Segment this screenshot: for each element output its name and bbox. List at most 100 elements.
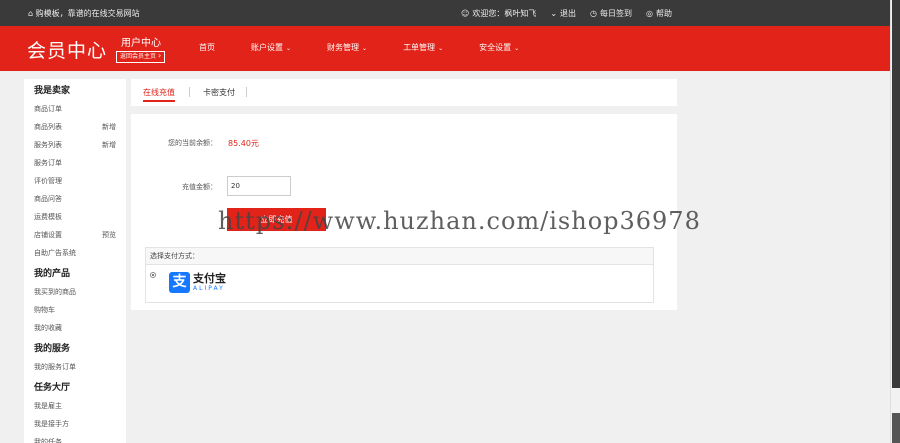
sidebar-item-label: 我是接手方 <box>34 420 69 428</box>
sidebar-item-tag[interactable]: 新增 <box>102 136 116 154</box>
sidebar-item-label: 店铺设置 <box>34 231 62 239</box>
sidebar-item-shop-settings[interactable]: 店铺设置 预览 <box>34 226 126 244</box>
sidebar-item-tag[interactable]: 预览 <box>102 226 116 244</box>
sidebar-item-label: 我的收藏 <box>34 324 62 332</box>
sidebar-item-service-list[interactable]: 服务列表 新增 <box>34 136 126 154</box>
sidebar-item-label: 自助广告系统 <box>34 249 76 257</box>
back-home-label: 返回会员主页 <box>120 53 157 60</box>
main-header: 会员中心 用户中心 返回会员主页 › 首页 账户设置 ⌄ 财务管理 ⌄ 工单管理 ⌄ … <box>0 26 890 71</box>
sidebar-item-product-list[interactable]: 商品列表 新增 <box>34 118 126 136</box>
balance-label: 您的当前余额： <box>168 139 217 147</box>
scrollbar-thumb[interactable] <box>892 0 900 388</box>
sidebar-item-label: 商品问答 <box>34 195 62 203</box>
welcome-text: 欢迎您：枫叶知飞 <box>472 9 537 18</box>
alipay-wordmark: 支付宝 ALIPAY <box>193 271 226 293</box>
nav-ticket[interactable]: 工单管理 ⌄ <box>403 42 443 53</box>
sidebar-item-qa[interactable]: 商品问答 <box>34 190 126 208</box>
sidebar-item-taker[interactable]: 我是接手方 <box>34 415 126 433</box>
chevron-down-icon: ⌄ <box>362 45 368 52</box>
sidebar-item-reviews[interactable]: 评价管理 <box>34 172 126 190</box>
alipay-radio[interactable] <box>150 272 156 278</box>
payment-method-box: 选择支付方式： 支 支付宝 ALIPAY <box>145 247 654 303</box>
recharge-submit-button[interactable]: 立即充值 <box>227 208 326 231</box>
sidebar-item-label: 我是雇主 <box>34 402 62 410</box>
user-icon: ☺ <box>460 8 470 18</box>
sidebar-item-my-tasks[interactable]: 我的任务 <box>34 433 126 443</box>
chevron-down-icon: › <box>157 51 162 60</box>
alipay-icon: 支 <box>169 272 190 293</box>
sidebar-item-favorites[interactable]: 我的收藏 <box>34 319 126 337</box>
logout-text: 退出 <box>560 9 577 18</box>
payment-method-title: 选择支付方式： <box>146 248 653 265</box>
page-scrollbar[interactable] <box>890 0 900 443</box>
sidebar-item-label: 服务列表 <box>34 141 62 149</box>
main-nav: 首页 账户设置 ⌄ 财务管理 ⌄ 工单管理 ⌄ 安全设置 ⌄ <box>199 42 555 53</box>
nav-account[interactable]: 账户设置 ⌄ <box>251 42 291 53</box>
tab-card-payment[interactable]: 卡密支付 <box>203 87 235 98</box>
balance-value: 85.40元 <box>228 139 259 148</box>
help-icon: ◎ <box>646 8 653 18</box>
nav-label: 安全设置 <box>479 43 512 52</box>
sidebar-item-label: 评价管理 <box>34 177 62 185</box>
alipay-cn-text: 支付宝 <box>193 271 226 285</box>
sidebar-item-label: 购物车 <box>34 306 55 314</box>
nav-home[interactable]: 首页 <box>199 42 215 53</box>
sidebar-item-tag[interactable]: 新增 <box>102 118 116 136</box>
sidebar-item-label: 我买到的商品 <box>34 288 76 296</box>
sidebar-item-my-service-orders[interactable]: 我的服务订单 <box>34 358 126 376</box>
chevron-down-icon: ⌄ <box>438 45 444 52</box>
sidebar: 我是卖家 商品订单 商品列表 新增 服务列表 新增 服务订单 评价管理 商品问答 运… <box>24 79 126 443</box>
amount-input[interactable]: 20 <box>227 176 291 196</box>
sidebar-item-ad-system[interactable]: 自助广告系统 <box>34 244 126 262</box>
sidebar-item-purchased[interactable]: 我买到的商品 <box>34 283 126 301</box>
sidebar-item-label: 商品订单 <box>34 105 62 113</box>
sidebar-item-employer[interactable]: 我是雇主 <box>34 397 126 415</box>
welcome-user[interactable]: ☺ 欢迎您：枫叶知飞 <box>461 8 536 19</box>
clock-icon: ◷ <box>590 8 598 18</box>
tab-online-recharge[interactable]: 在线充值 <box>143 87 175 102</box>
checkin-text: 每日签到 <box>600 9 633 18</box>
top-links: ☺ 欢迎您：枫叶知飞 ⌄ 退出 ◷ 每日签到 ◎ 帮助 <box>461 8 672 19</box>
sidebar-item-label: 我的服务订单 <box>34 363 76 371</box>
sidebar-section-seller: 我是卖家 <box>34 86 71 96</box>
nav-security[interactable]: 安全设置 ⌄ <box>479 42 519 53</box>
sidebar-item-label: 商品列表 <box>34 123 62 131</box>
sidebar-section-tasks: 任务大厅 <box>34 383 71 393</box>
alipay-logo[interactable]: 支 支付宝 ALIPAY <box>169 272 226 293</box>
sidebar-item-label: 服务订单 <box>34 159 62 167</box>
scrollbar-down-arrow[interactable] <box>892 413 900 443</box>
tagline-text: 购模板，靠谱的在线交易网站 <box>35 9 140 18</box>
chevron-down-icon: ⌄ <box>286 45 292 52</box>
back-home-button[interactable]: 返回会员主页 › <box>116 51 166 63</box>
nav-label: 账户设置 <box>251 43 283 52</box>
site-logo[interactable]: 会员中心 <box>27 36 107 63</box>
chevron-down-icon: ⌄ <box>514 45 520 52</box>
tab-divider <box>189 87 190 97</box>
sidebar-item-label: 运费模板 <box>34 213 62 221</box>
sidebar-item-service-orders[interactable]: 服务订单 <box>34 154 126 172</box>
logout-link[interactable]: ⌄ 退出 <box>550 8 576 19</box>
recharge-tabs: 在线充值 卡密支付 <box>131 79 677 106</box>
sidebar-section-products: 我的产品 <box>34 269 71 279</box>
nav-label: 财务管理 <box>327 43 360 52</box>
nav-label: 首页 <box>199 43 215 52</box>
tab-divider <box>246 87 247 97</box>
nav-finance[interactable]: 财务管理 ⌄ <box>327 42 367 53</box>
sidebar-item-shipping-template[interactable]: 运费模板 <box>34 208 126 226</box>
user-center-title: 用户中心 <box>121 38 161 49</box>
recharge-form: 您的当前余额： 85.40元 充值金额： 20 立即充值 选择支付方式： 支 支… <box>131 114 677 310</box>
home-icon: ⌂ <box>28 9 34 18</box>
help-link[interactable]: ◎ 帮助 <box>646 8 672 19</box>
amount-label: 充值金额： <box>182 183 217 191</box>
nav-label: 工单管理 <box>403 43 436 52</box>
chevron-down-icon: ⌄ <box>550 8 558 18</box>
site-tagline[interactable]: ⌂ 购模板，靠谱的在线交易网站 <box>28 8 140 19</box>
sidebar-section-services: 我的服务 <box>34 344 71 354</box>
sidebar-item-product-orders[interactable]: 商品订单 <box>34 100 126 118</box>
help-text: 帮助 <box>656 9 672 18</box>
checkin-link[interactable]: ◷ 每日签到 <box>590 8 632 19</box>
alipay-en-text: ALIPAY <box>193 284 225 292</box>
sidebar-item-cart[interactable]: 购物车 <box>34 301 126 319</box>
top-bar: ⌂ 购模板，靠谱的在线交易网站 ☺ 欢迎您：枫叶知飞 ⌄ 退出 ◷ 每日签到 ◎… <box>0 0 890 26</box>
sidebar-item-label: 我的任务 <box>34 438 62 443</box>
